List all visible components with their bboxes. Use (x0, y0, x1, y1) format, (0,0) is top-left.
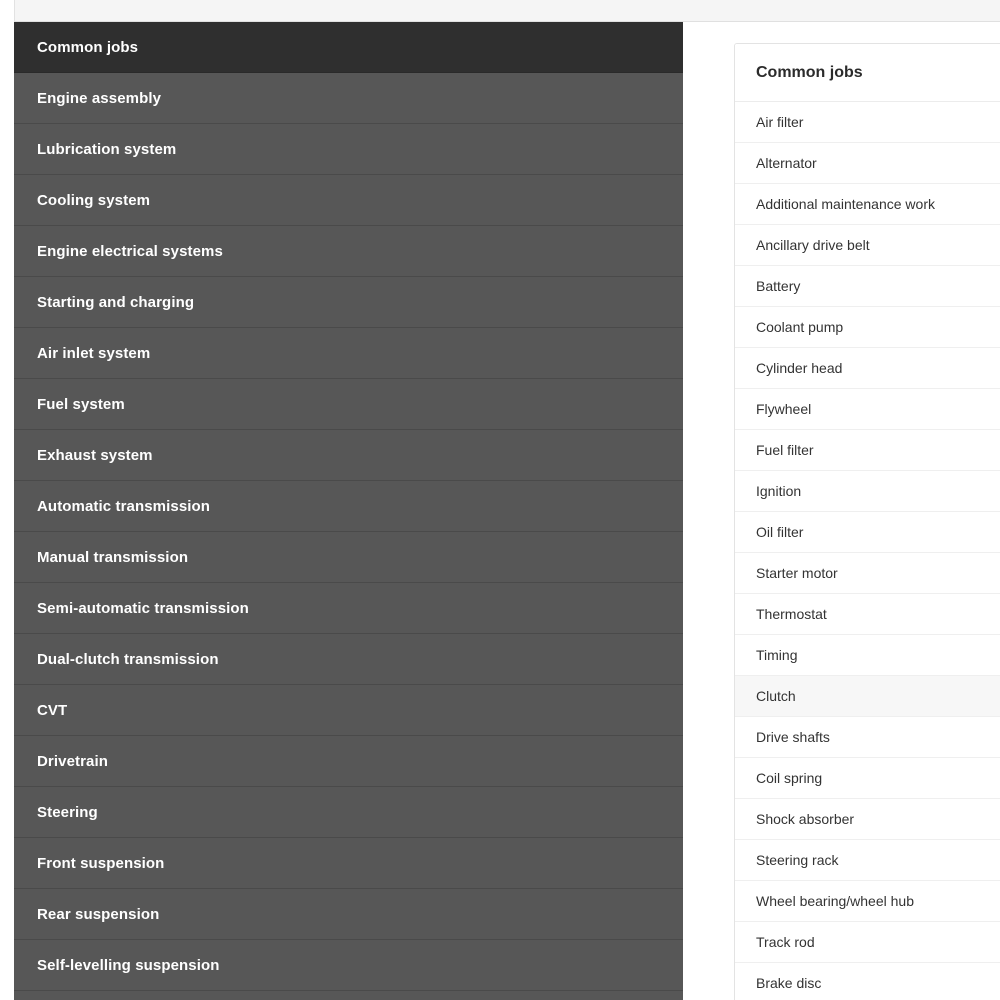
list-item[interactable]: Coil spring (735, 758, 1000, 799)
list-item[interactable]: Ignition (735, 471, 1000, 512)
sidebar-item[interactable]: Semi-automatic transmission (14, 583, 683, 634)
list-item[interactable]: Clutch (735, 676, 1000, 717)
sidebar-item[interactable]: Air inlet system (14, 328, 683, 379)
list-item[interactable]: Oil filter (735, 512, 1000, 553)
list-item[interactable]: Flywheel (735, 389, 1000, 430)
list-item[interactable]: Wheel bearing/wheel hub (735, 881, 1000, 922)
sidebar-item[interactable]: Engine assembly (14, 73, 683, 124)
sidebar-item[interactable]: Engine electrical systems (14, 226, 683, 277)
sidebar-item[interactable]: Front suspension (14, 838, 683, 889)
list-item[interactable]: Steering rack (735, 840, 1000, 881)
list-item[interactable]: Starter motor (735, 553, 1000, 594)
sidebar-item[interactable]: Drivetrain (14, 736, 683, 787)
list-item[interactable]: Cylinder head (735, 348, 1000, 389)
panel-title: Common jobs (735, 44, 1000, 102)
list-item[interactable]: Track rod (735, 922, 1000, 963)
sidebar-item[interactable]: Dual-clutch transmission (14, 634, 683, 685)
sidebar-item[interactable] (14, 991, 683, 1000)
list-item[interactable]: Coolant pump (735, 307, 1000, 348)
list-item[interactable]: Drive shafts (735, 717, 1000, 758)
top-strip (0, 0, 1000, 22)
sidebar-item[interactable]: Self-levelling suspension (14, 940, 683, 991)
sidebar-item[interactable]: Starting and charging (14, 277, 683, 328)
sidebar-item[interactable]: Steering (14, 787, 683, 838)
page-root: Common jobs Engine assembly Lubrication sy… (0, 0, 1000, 1000)
sidebar-item[interactable]: Cooling system (14, 175, 683, 226)
list-item[interactable]: Brake disc (735, 963, 1000, 1000)
sidebar-item[interactable]: Common jobs (14, 22, 683, 73)
common-jobs-list[interactable]: Air filter Alternator Additional maintenan… (735, 102, 1000, 1000)
list-item[interactable]: Shock absorber (735, 799, 1000, 840)
list-item[interactable]: Timing (735, 635, 1000, 676)
left-gutter (0, 0, 14, 1000)
sidebar-item[interactable]: Rear suspension (14, 889, 683, 940)
list-item[interactable]: Additional maintenance work (735, 184, 1000, 225)
top-strip-inner (14, 0, 1000, 22)
common-jobs-panel: Common jobs Air filter Alternator Addition… (734, 43, 1000, 1000)
list-item[interactable]: Fuel filter (735, 430, 1000, 471)
list-item[interactable]: Air filter (735, 102, 1000, 143)
list-item[interactable]: Alternator (735, 143, 1000, 184)
sidebar-item[interactable]: Manual transmission (14, 532, 683, 583)
category-sidebar[interactable]: Common jobs Engine assembly Lubrication sy… (14, 22, 683, 1000)
list-item[interactable]: Battery (735, 266, 1000, 307)
list-item[interactable]: Ancillary drive belt (735, 225, 1000, 266)
sidebar-item[interactable]: Exhaust system (14, 430, 683, 481)
list-item[interactable]: Thermostat (735, 594, 1000, 635)
sidebar-item[interactable]: CVT (14, 685, 683, 736)
sidebar-item[interactable]: Lubrication system (14, 124, 683, 175)
sidebar-item[interactable]: Automatic transmission (14, 481, 683, 532)
sidebar-item[interactable]: Fuel system (14, 379, 683, 430)
